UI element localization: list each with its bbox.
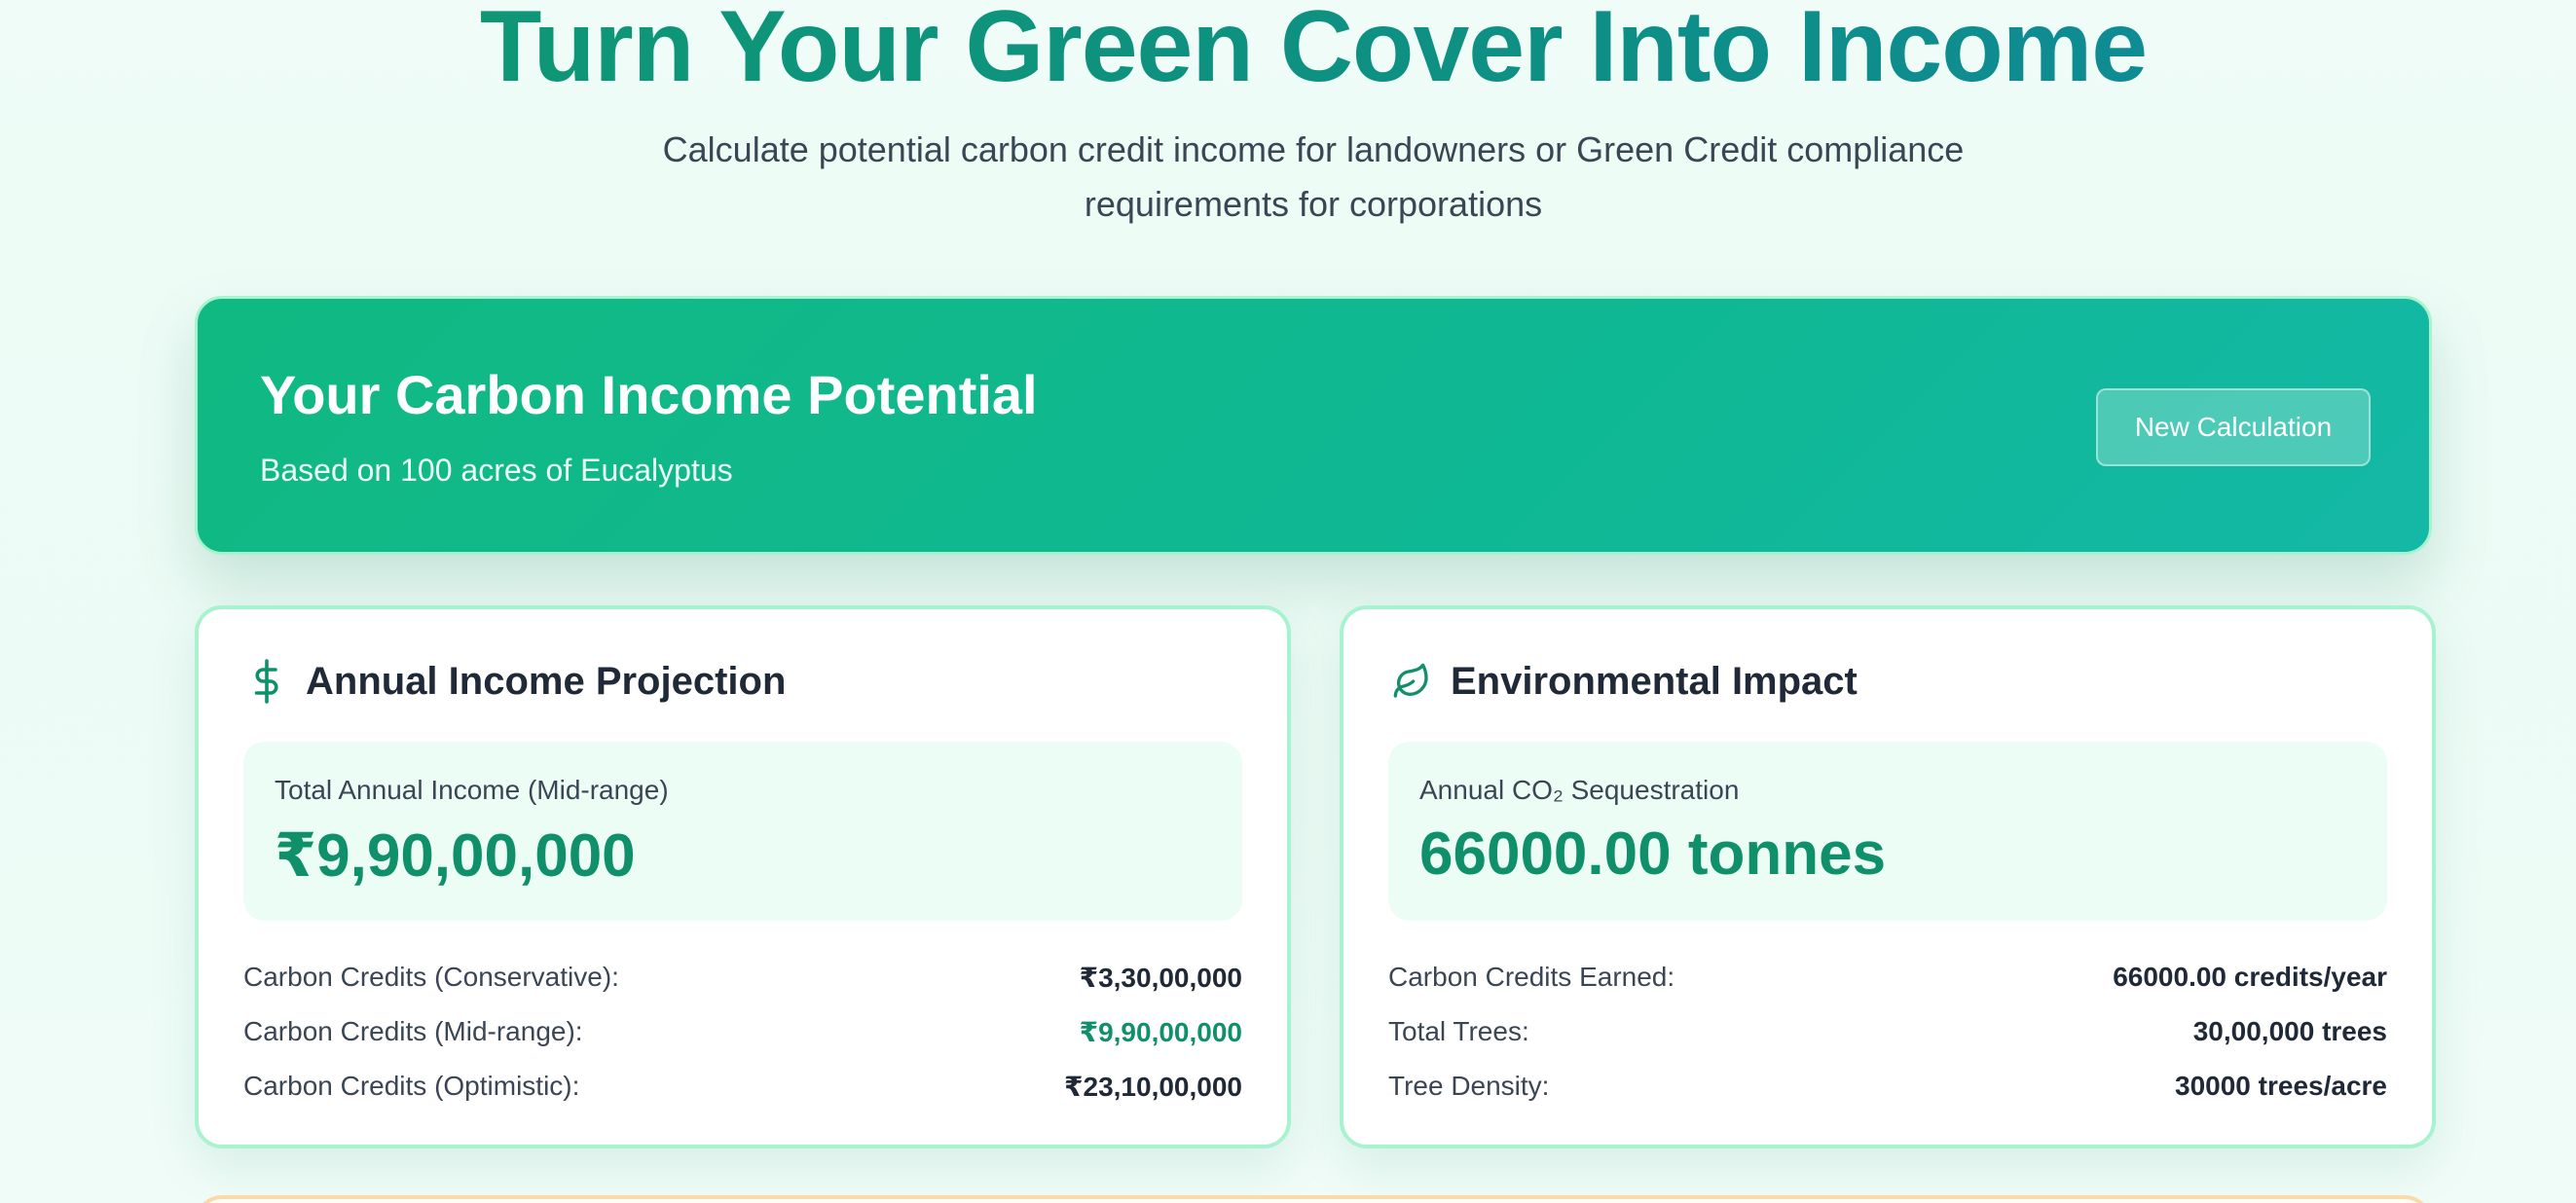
results-banner: Your Carbon Income Potential Based on 10…: [195, 296, 2432, 555]
list-item: Total Trees: 30,00,000 trees: [1388, 1004, 2387, 1059]
page-title: Turn Your Green Cover Into Income: [0, 0, 2576, 97]
credits-earned-value: 66000.00 credits/year: [2113, 962, 2387, 992]
tree-density-label: Tree Density:: [1388, 1071, 1550, 1101]
mid-range-label: Carbon Credits (Mid-range):: [243, 1016, 583, 1046]
mid-range-value: ₹9,90,00,000: [1079, 1016, 1242, 1047]
new-calculation-button[interactable]: New Calculation: [2096, 388, 2371, 466]
sequestration-label: Annual CO₂ Sequestration: [1419, 775, 1740, 805]
environmental-impact-card: Environmental Impact Annual CO₂ Sequestr…: [1340, 605, 2436, 1148]
next-section-card: [195, 1195, 2432, 1203]
impact-card-header: Environmental Impact: [1392, 658, 1858, 705]
income-card-title: Annual Income Projection: [306, 659, 787, 703]
total-income-label: Total Annual Income (Mid-range): [275, 775, 669, 805]
list-item: Carbon Credits Earned: 66000.00 credits/…: [1388, 950, 2387, 1004]
income-card-header: Annual Income Projection: [247, 658, 786, 705]
list-item: Carbon Credits (Mid-range): ₹9,90,00,000: [243, 1004, 1242, 1059]
page-subtitle-line-2: requirements for corporations: [1084, 184, 1543, 224]
banner-subtitle: Based on 100 acres of Eucalyptus: [260, 453, 733, 488]
conservative-label: Carbon Credits (Conservative):: [243, 962, 619, 992]
conservative-value: ₹3,30,00,000: [1079, 962, 1242, 993]
income-projection-card: Annual Income Projection Total Annual In…: [195, 605, 1291, 1148]
impact-card-title: Environmental Impact: [1451, 659, 1858, 703]
page-subtitle: Calculate potential carbon credit income…: [584, 123, 2042, 232]
income-breakdown-list: Carbon Credits (Conservative): ₹3,30,00,…: [243, 950, 1242, 1113]
sequestration-highlight: Annual CO₂ Sequestration 66000.00 tonnes: [1388, 742, 2387, 921]
impact-breakdown-list: Carbon Credits Earned: 66000.00 credits/…: [1388, 950, 2387, 1113]
sequestration-value: 66000.00 tonnes: [1419, 820, 1887, 888]
tree-density-value: 30000 trees/acre: [2175, 1071, 2387, 1101]
list-item: Carbon Credits (Conservative): ₹3,30,00,…: [243, 950, 1242, 1004]
total-trees-label: Total Trees:: [1388, 1016, 1529, 1046]
credits-earned-label: Carbon Credits Earned:: [1388, 962, 1675, 992]
list-item: Carbon Credits (Optimistic): ₹23,10,00,0…: [243, 1059, 1242, 1113]
banner-title: Your Carbon Income Potential: [260, 364, 1038, 425]
optimistic-label: Carbon Credits (Optimistic):: [243, 1071, 580, 1101]
leaf-icon: [1392, 658, 1431, 705]
total-income-value: ₹9,90,00,000: [275, 822, 636, 890]
total-income-highlight: Total Annual Income (Mid-range) ₹9,90,00…: [243, 742, 1242, 921]
total-trees-value: 30,00,000 trees: [2192, 1016, 2387, 1046]
dollar-icon: [247, 658, 286, 705]
page-subtitle-line-1: Calculate potential carbon credit income…: [662, 129, 1965, 169]
optimistic-value: ₹23,10,00,000: [1064, 1071, 1242, 1102]
list-item: Tree Density: 30000 trees/acre: [1388, 1059, 2387, 1113]
